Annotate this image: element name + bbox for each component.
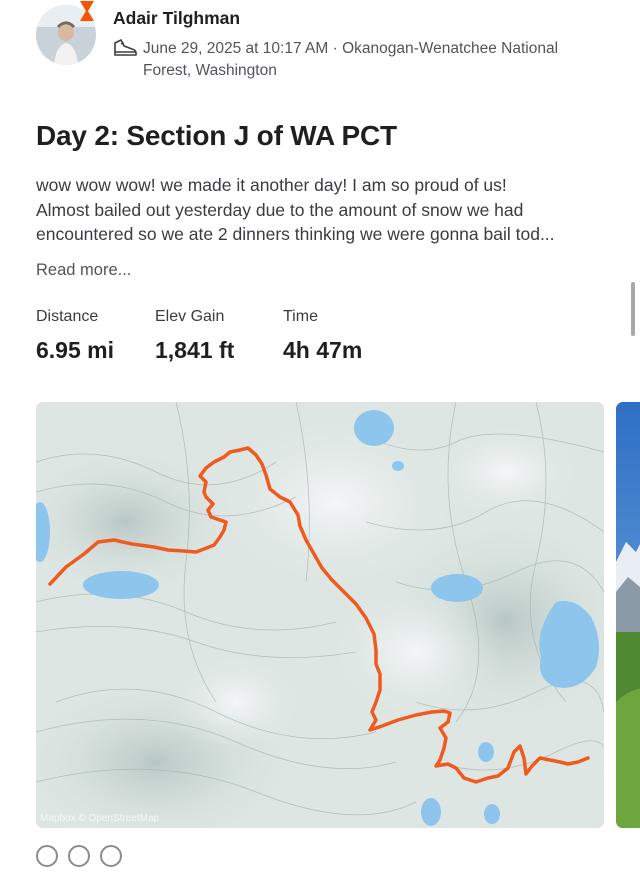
stat-value: 1,841 ft <box>155 337 235 363</box>
activity-description: wow wow wow! we made it another day! I a… <box>36 173 608 247</box>
stat-distance: Distance 6.95 mi <box>36 308 114 364</box>
subscriber-badge-icon <box>76 0 98 22</box>
stat-label: Distance <box>36 308 99 325</box>
description-line: Almost bailed out yesterday due to the a… <box>36 199 524 220</box>
description-line: wow wow wow! we made it another day! I a… <box>36 175 507 195</box>
stat-value: 6.95 mi <box>36 337 114 363</box>
meta-separator: · <box>328 40 343 57</box>
description-line: encountered so we ate 2 dinners thinking… <box>36 224 555 244</box>
activity-datetime: June 29, 2025 at 10:17 AM <box>143 40 329 57</box>
stat-label: Time <box>283 308 318 325</box>
share-icon[interactable] <box>100 845 122 867</box>
stat-value: 4h 47m <box>283 337 363 363</box>
route-map[interactable]: Mapbox © OpenStreetMap <box>36 402 604 828</box>
hiking-shoe-icon <box>112 38 138 58</box>
activity-title[interactable]: Day 2: Section J of WA PCT <box>36 120 397 152</box>
stat-time: Time 4h 47m <box>283 308 362 364</box>
activity-meta: June 29, 2025 at 10:17 AM · Okanogan-Wen… <box>143 38 603 82</box>
athlete-name[interactable]: Adair Tilghman <box>113 8 240 29</box>
stat-elev-gain: Elev Gain 1,841 ft <box>155 308 234 364</box>
map-attribution: Mapbox © OpenStreetMap <box>40 813 160 824</box>
activity-photo[interactable] <box>616 402 640 828</box>
scrollbar-thumb[interactable] <box>631 282 635 336</box>
comment-icon[interactable] <box>68 845 90 867</box>
action-bar <box>36 845 156 867</box>
read-more-link[interactable]: Read more... <box>36 261 131 280</box>
kudos-icon[interactable] <box>36 845 58 867</box>
stat-label: Elev Gain <box>155 308 225 325</box>
